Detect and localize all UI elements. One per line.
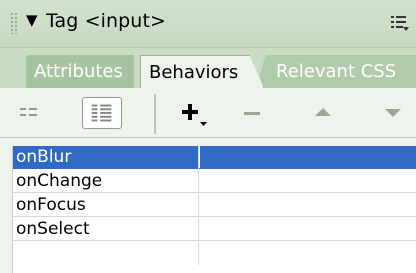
show-set-events-icon[interactable] — [18, 97, 54, 129]
tab-relevant-css[interactable]: Relevant CSS — [256, 55, 416, 88]
show-all-events-icon[interactable] — [82, 97, 122, 129]
panel-title-bar[interactable]: ▼ Tag <input> — [0, 0, 416, 48]
tab-behaviors[interactable]: Behaviors — [140, 55, 264, 88]
drag-grip-icon[interactable] — [10, 12, 18, 34]
table-row[interactable]: onBlur — [13, 146, 416, 169]
table-row[interactable]: onFocus — [13, 194, 416, 217]
toolbar-divider — [154, 94, 156, 134]
event-name[interactable]: onBlur — [13, 146, 199, 169]
collapse-arrow-icon[interactable]: ▼ — [26, 11, 38, 29]
event-action[interactable] — [200, 194, 416, 217]
tab-attributes[interactable]: Attributes — [26, 55, 134, 88]
events-table: onBlur onChange onFocus onSelect — [12, 146, 416, 273]
behaviors-toolbar — [0, 88, 416, 138]
event-name[interactable]: onSelect — [13, 218, 199, 241]
tag-inspector-panel: ▼ Tag <input> Attributes Relevant CSS Be… — [0, 0, 416, 273]
options-menu-icon[interactable] — [388, 12, 410, 34]
remove-behavior-icon[interactable] — [242, 97, 262, 129]
move-down-icon[interactable] — [378, 97, 408, 129]
empty-cell — [13, 242, 199, 265]
add-behavior-icon[interactable] — [176, 97, 216, 129]
panel-title: Tag <input> — [46, 10, 167, 32]
table-row — [13, 242, 416, 265]
move-up-icon[interactable] — [308, 97, 338, 129]
event-action[interactable] — [200, 170, 416, 193]
empty-cell — [200, 242, 416, 265]
table-row[interactable]: onSelect — [13, 218, 416, 241]
event-name[interactable]: onFocus — [13, 194, 199, 217]
event-name[interactable]: onChange — [13, 170, 199, 193]
event-action[interactable] — [200, 146, 416, 169]
table-row[interactable]: onChange — [13, 170, 416, 193]
event-action[interactable] — [200, 218, 416, 241]
tab-strip: Attributes Relevant CSS Behaviors — [0, 48, 416, 88]
